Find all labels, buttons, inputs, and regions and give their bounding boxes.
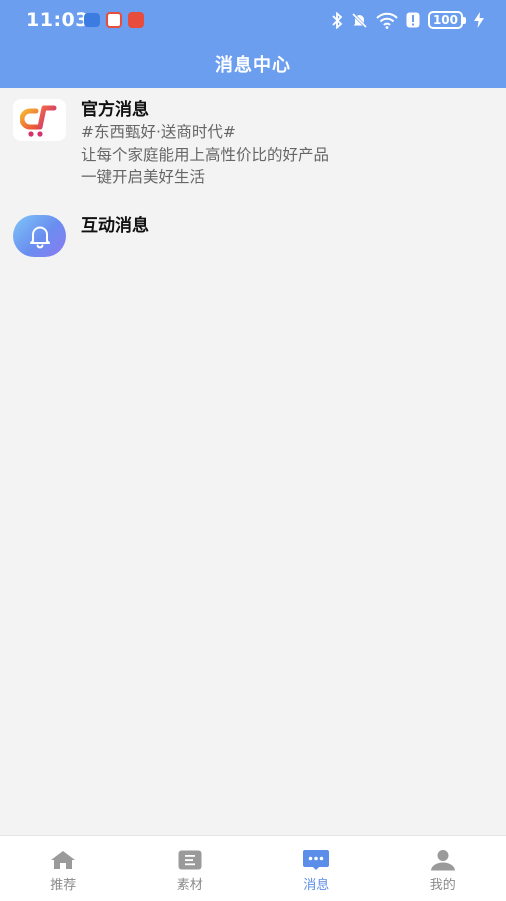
battery-indicator: 100	[428, 11, 466, 29]
nav-item-message[interactable]: 消息	[253, 836, 380, 901]
home-icon	[50, 849, 76, 871]
charging-icon	[474, 12, 484, 28]
nav-item-mine[interactable]: 我的	[380, 836, 506, 901]
message-content: 官方消息 #东西甄好·送商时代# 让每个家庭能用上高性价比的好产品 一键开启美好…	[81, 99, 329, 205]
status-indicators: 100	[331, 11, 484, 29]
message-title: 互动消息	[81, 215, 149, 237]
status-bar: 11:03 100	[0, 0, 506, 40]
nav-label: 消息	[303, 874, 329, 893]
battery-level: 100	[428, 11, 463, 29]
alert-icon	[406, 12, 420, 28]
app-notification-icon	[128, 12, 144, 28]
header: 11:03 100	[0, 0, 506, 88]
nav-item-recommend[interactable]: 推荐	[0, 836, 127, 901]
message-item-interaction[interactable]: 互动消息	[0, 205, 506, 275]
nav-item-material[interactable]: 素材	[127, 836, 254, 901]
message-line: 一键开启美好生活	[81, 166, 329, 189]
status-time: 11:03	[26, 9, 89, 31]
app-notification-icon	[106, 12, 122, 28]
message-title: 官方消息	[81, 99, 329, 121]
bottom-nav: 推荐 素材 消息 我的	[0, 835, 506, 901]
mute-bell-icon	[351, 12, 368, 29]
message-line: 让每个家庭能用上高性价比的好产品	[81, 144, 329, 167]
nav-label: 素材	[177, 874, 203, 893]
title-bar: 消息中心	[0, 40, 506, 88]
message-line: #东西甄好·送商时代#	[81, 121, 329, 144]
brand-logo-icon	[13, 99, 66, 141]
page-title: 消息中心	[215, 51, 291, 77]
message-icon	[302, 849, 330, 871]
bluetooth-icon	[331, 12, 343, 29]
message-item-official[interactable]: 官方消息 #东西甄好·送商时代# 让每个家庭能用上高性价比的好产品 一键开启美好…	[0, 88, 506, 205]
nav-label: 我的	[430, 874, 456, 893]
message-content: 互动消息	[81, 215, 149, 275]
nav-label: 推荐	[50, 874, 76, 893]
usb-notification-icon	[84, 13, 100, 27]
message-list: 官方消息 #东西甄好·送商时代# 让每个家庭能用上高性价比的好产品 一键开启美好…	[0, 88, 506, 275]
battery-tip	[463, 17, 466, 24]
bell-icon	[13, 215, 66, 257]
status-app-icons	[84, 12, 144, 28]
wifi-icon	[376, 12, 398, 29]
material-icon	[178, 849, 202, 871]
user-icon	[430, 849, 456, 871]
